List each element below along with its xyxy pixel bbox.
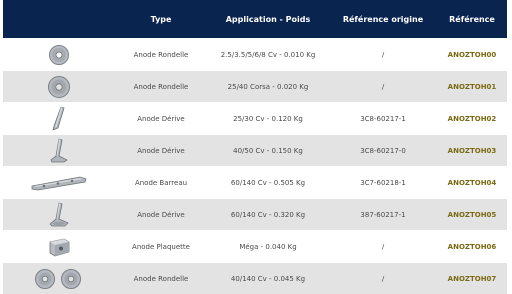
reference-origine-cell: 387-60217-1 xyxy=(329,199,437,231)
table-row[interactable]: Anode Plaquette Méga - 0.040 Kg / ANOZTO… xyxy=(3,231,507,263)
reference-cell[interactable]: ANOZTOH02 xyxy=(437,103,507,135)
reference-origine-cell: 3C8-60217-0 xyxy=(329,135,437,167)
product-image-cell[interactable] xyxy=(3,263,115,294)
header-type: Type xyxy=(115,0,207,39)
product-image-cell[interactable] xyxy=(3,199,115,231)
product-image-cell[interactable] xyxy=(3,103,115,135)
application-cell: Méga - 0.040 Kg xyxy=(207,231,329,263)
table-row[interactable]: Anode Dérive 25/30 Cv - 0.120 Kg 3C8-602… xyxy=(3,103,507,135)
reference-cell[interactable]: ANOZTOH06 xyxy=(437,231,507,263)
anode-table-container: Type Application - Poids Référence origi… xyxy=(0,0,512,287)
reference-origine-cell: / xyxy=(329,263,437,294)
table-row[interactable]: Anode Dérive 40/50 Cv - 0.150 Kg 3C8-602… xyxy=(3,135,507,167)
reference-cell[interactable]: ANOZTOH05 xyxy=(437,199,507,231)
product-image-cell[interactable] xyxy=(3,167,115,199)
reference-cell[interactable]: ANOZTOH01 xyxy=(437,71,507,103)
reference-cell[interactable]: ANOZTOH03 xyxy=(437,135,507,167)
table-row[interactable]: Anode Rondelle 25/40 Corsa - 0.020 Kg / … xyxy=(3,71,507,103)
header-application: Application - Poids xyxy=(207,0,329,39)
table-row[interactable]: Anode Rondelle 40/140 Cv - 0.045 Kg / AN… xyxy=(3,263,507,294)
product-image-cell[interactable] xyxy=(3,39,115,71)
round-washer-anode-icon xyxy=(47,75,71,99)
product-image-cell[interactable] xyxy=(3,71,115,103)
application-cell: 25/40 Corsa - 0.020 Kg xyxy=(207,71,329,103)
reference-cell[interactable]: ANOZTOH04 xyxy=(437,167,507,199)
plate-anode-icon xyxy=(46,236,72,258)
round-washer-anode-icon xyxy=(48,44,70,66)
type-cell: Anode Dérive xyxy=(115,135,207,167)
type-cell: Anode Dérive xyxy=(115,199,207,231)
reference-origine-cell: 3C8-60217-1 xyxy=(329,103,437,135)
reference-origine-cell: / xyxy=(329,39,437,71)
type-cell: Anode Plaquette xyxy=(115,231,207,263)
application-cell: 25/30 Cv - 0.120 Kg xyxy=(207,103,329,135)
type-cell: Anode Rondelle xyxy=(115,39,207,71)
type-cell: Anode Rondelle xyxy=(115,71,207,103)
application-cell: 40/50 Cv - 0.150 Kg xyxy=(207,135,329,167)
reference-cell[interactable]: ANOZTOH07 xyxy=(437,263,507,294)
application-cell: 60/140 Cv - 0.320 Kg xyxy=(207,199,329,231)
anode-table: Type Application - Poids Référence origi… xyxy=(3,0,507,294)
application-cell: 60/140 Cv - 0.505 Kg xyxy=(207,167,329,199)
fin-anode-icon xyxy=(49,106,69,132)
table-row[interactable]: Anode Dérive 60/140 Cv - 0.320 Kg 387-60… xyxy=(3,199,507,231)
header-reference: Référence xyxy=(437,0,507,39)
double-washer-anode-icon xyxy=(31,268,87,290)
application-cell: 40/140 Cv - 0.045 Kg xyxy=(207,263,329,294)
header-image xyxy=(3,0,115,39)
application-cell: 2.5/3.5/5/6/8 Cv - 0.010 Kg xyxy=(207,39,329,71)
table-header-row: Type Application - Poids Référence origi… xyxy=(3,0,507,39)
table-row[interactable]: Anode Rondelle 2.5/3.5/5/6/8 Cv - 0.010 … xyxy=(3,39,507,71)
reference-origine-cell: / xyxy=(329,231,437,263)
type-cell: Anode Barreau xyxy=(115,167,207,199)
type-cell: Anode Rondelle xyxy=(115,263,207,294)
reference-origine-cell: / xyxy=(329,71,437,103)
product-image-cell[interactable] xyxy=(3,231,115,263)
bar-anode-icon xyxy=(30,175,88,191)
fin-anode-icon xyxy=(48,138,70,164)
reference-origine-cell: 3C7-60218-1 xyxy=(329,167,437,199)
reference-cell[interactable]: ANOZTOH00 xyxy=(437,39,507,71)
type-cell: Anode Dérive xyxy=(115,103,207,135)
header-reference-origine: Référence origine xyxy=(329,0,437,39)
fin-anode-icon xyxy=(47,202,71,228)
product-image-cell[interactable] xyxy=(3,135,115,167)
table-row[interactable]: Anode Barreau 60/140 Cv - 0.505 Kg 3C7-6… xyxy=(3,167,507,199)
